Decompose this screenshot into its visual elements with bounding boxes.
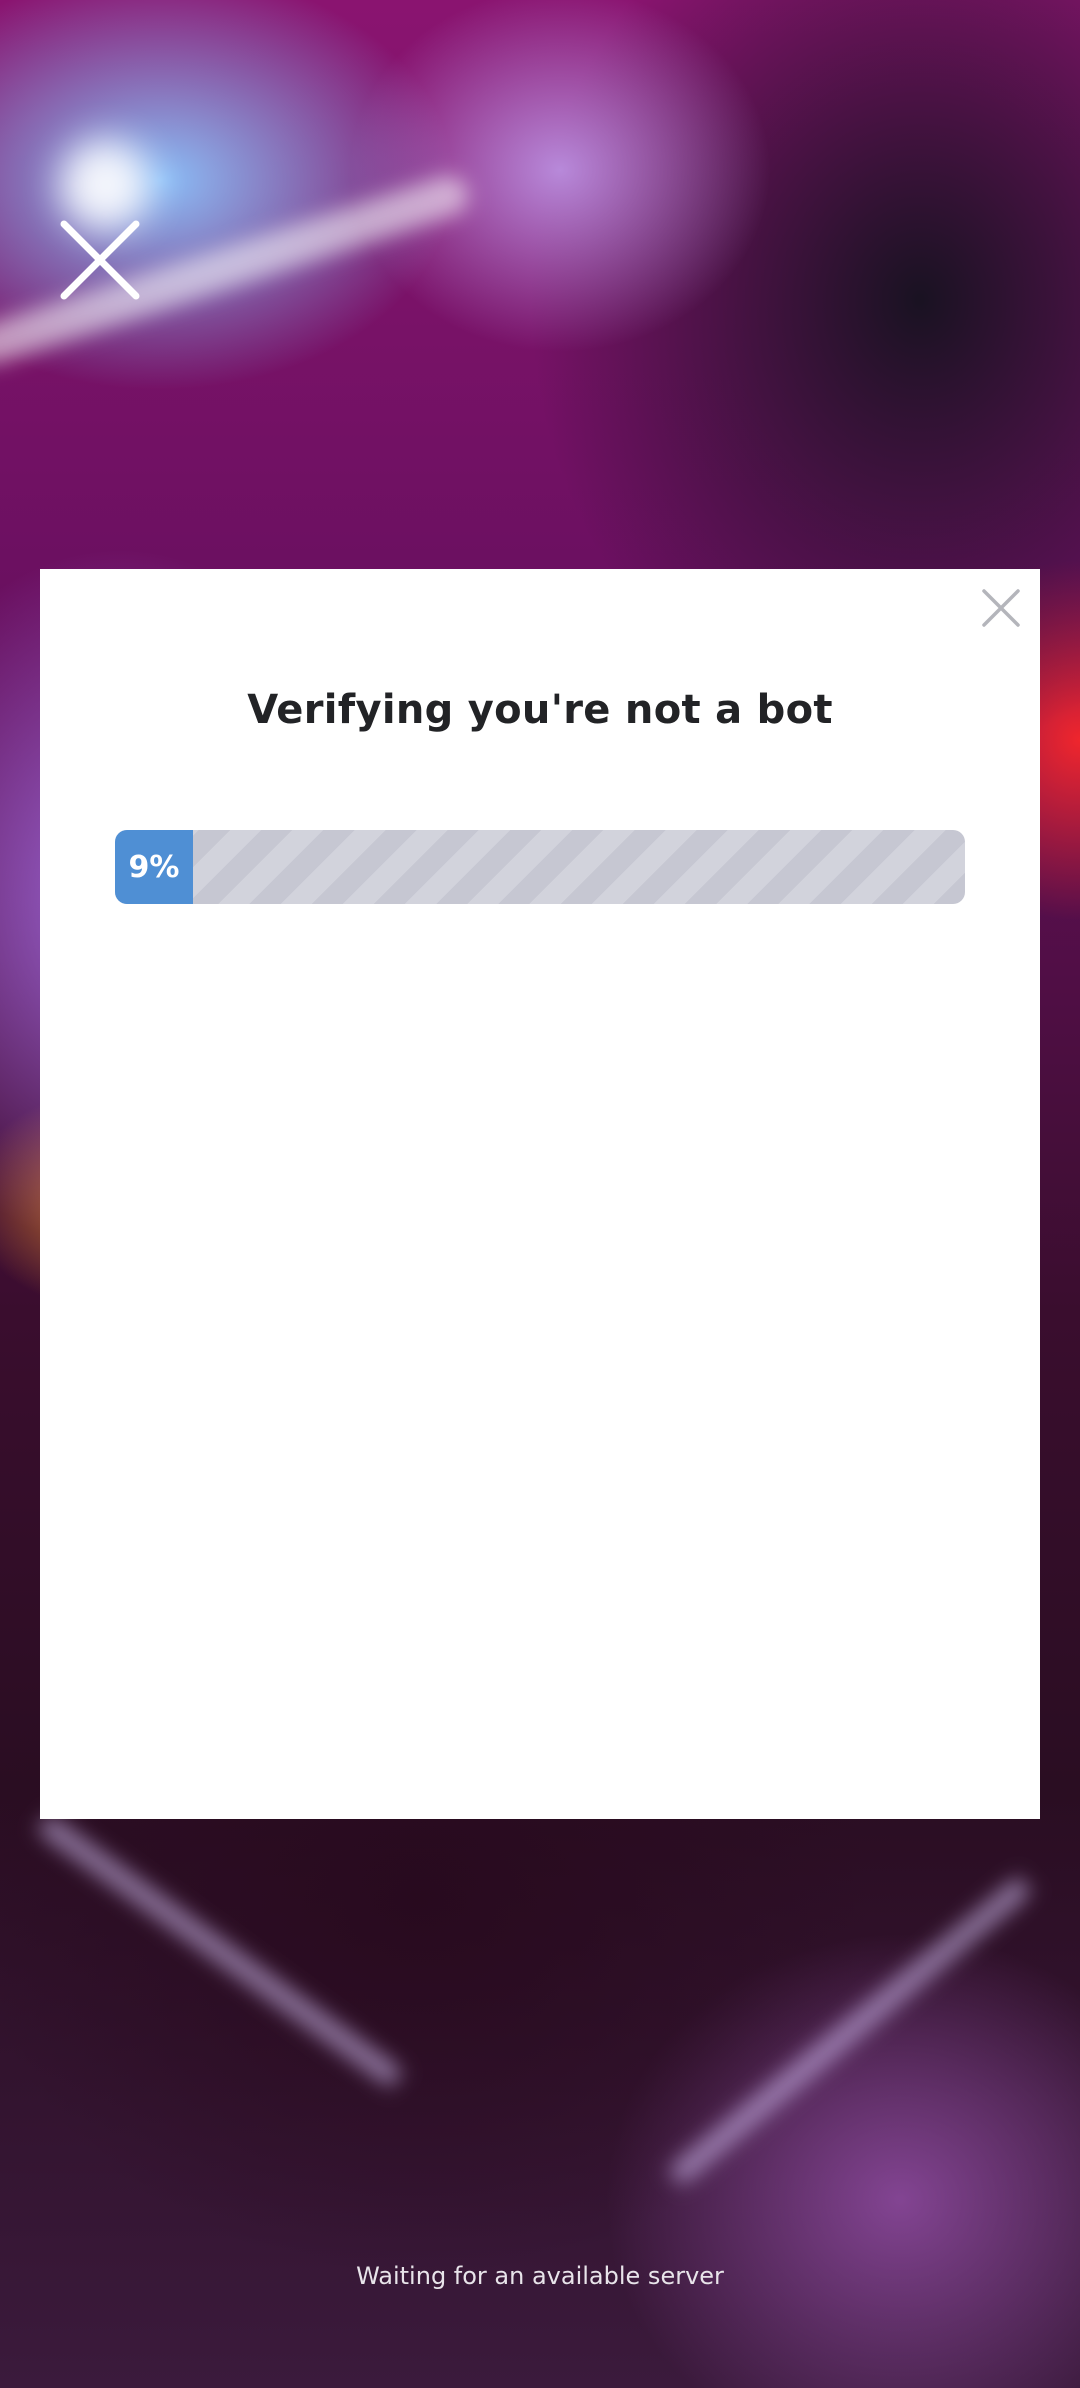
background-streak xyxy=(35,1812,405,2090)
close-icon[interactable] xyxy=(58,218,142,302)
progress-fill: 9% xyxy=(115,830,193,904)
background-streak xyxy=(666,1874,1034,2188)
close-icon[interactable] xyxy=(980,587,1022,629)
status-text: Waiting for an available server xyxy=(356,2262,724,2290)
background-glow xyxy=(60,140,150,230)
dialog-title: Verifying you're not a bot xyxy=(247,687,833,733)
verification-dialog: Verifying you're not a bot 9% xyxy=(40,569,1040,1819)
progress-bar: 9% xyxy=(115,830,965,904)
progress-percent-label: 9% xyxy=(128,849,180,885)
